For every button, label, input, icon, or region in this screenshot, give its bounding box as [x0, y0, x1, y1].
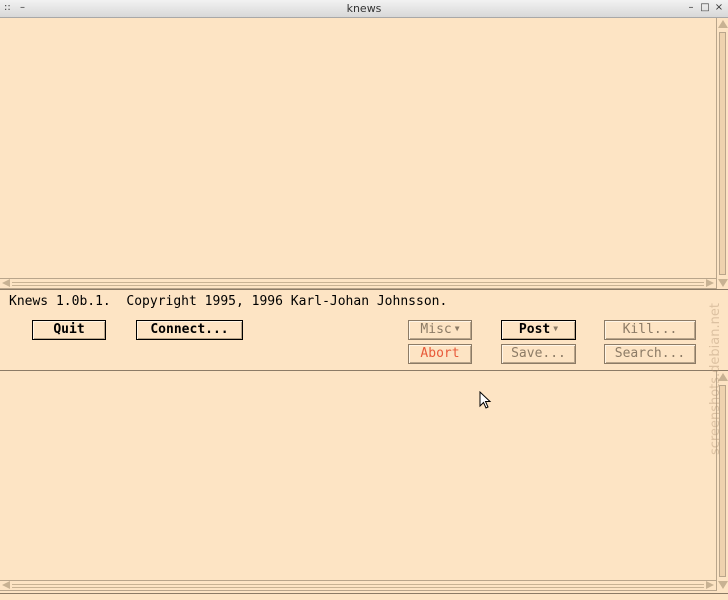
- quit-button[interactable]: Quit: [32, 320, 106, 340]
- kill-button[interactable]: Kill...: [604, 320, 696, 340]
- misc-menu-button[interactable]: Misc ▼: [408, 320, 472, 340]
- thread-list-pane[interactable]: [0, 371, 728, 580]
- abort-button[interactable]: Abort: [408, 344, 472, 364]
- scroll-up-icon[interactable]: [718, 20, 728, 28]
- scroll-track[interactable]: [12, 282, 704, 286]
- post-label: Post: [518, 322, 551, 337]
- connect-button[interactable]: Connect...: [136, 320, 243, 340]
- thread-list-hscrollbar[interactable]: [0, 580, 716, 591]
- scroll-right-icon[interactable]: [706, 581, 714, 589]
- scroll-left-icon[interactable]: [2, 279, 10, 287]
- chevron-down-icon: ▼: [553, 324, 559, 333]
- window-title: knews: [346, 2, 382, 15]
- divider: [0, 289, 728, 290]
- mouse-cursor-icon: [479, 391, 492, 409]
- post-menu-button[interactable]: Post ▼: [501, 320, 576, 340]
- scroll-down-icon[interactable]: [718, 581, 728, 589]
- misc-label: Misc: [420, 322, 452, 337]
- watermark: screenshots.debian.net: [708, 303, 723, 455]
- window-titlebar: :: – knews – □ ×: [0, 0, 728, 18]
- status-message: Knews 1.0b.1. Copyright 1995, 1996 Karl-…: [9, 294, 448, 309]
- divider: [0, 593, 728, 594]
- search-button[interactable]: Search...: [604, 344, 696, 364]
- scroll-left-icon[interactable]: [2, 581, 10, 589]
- minimize-icon[interactable]: –: [686, 2, 696, 14]
- group-list-hscrollbar[interactable]: [0, 278, 716, 289]
- chevron-down-icon: ▼: [454, 324, 460, 333]
- group-list-pane[interactable]: [0, 18, 728, 278]
- save-button[interactable]: Save...: [501, 344, 576, 364]
- scroll-track[interactable]: [12, 584, 704, 588]
- close-icon[interactable]: ×: [714, 2, 724, 14]
- maximize-icon[interactable]: □: [700, 2, 710, 14]
